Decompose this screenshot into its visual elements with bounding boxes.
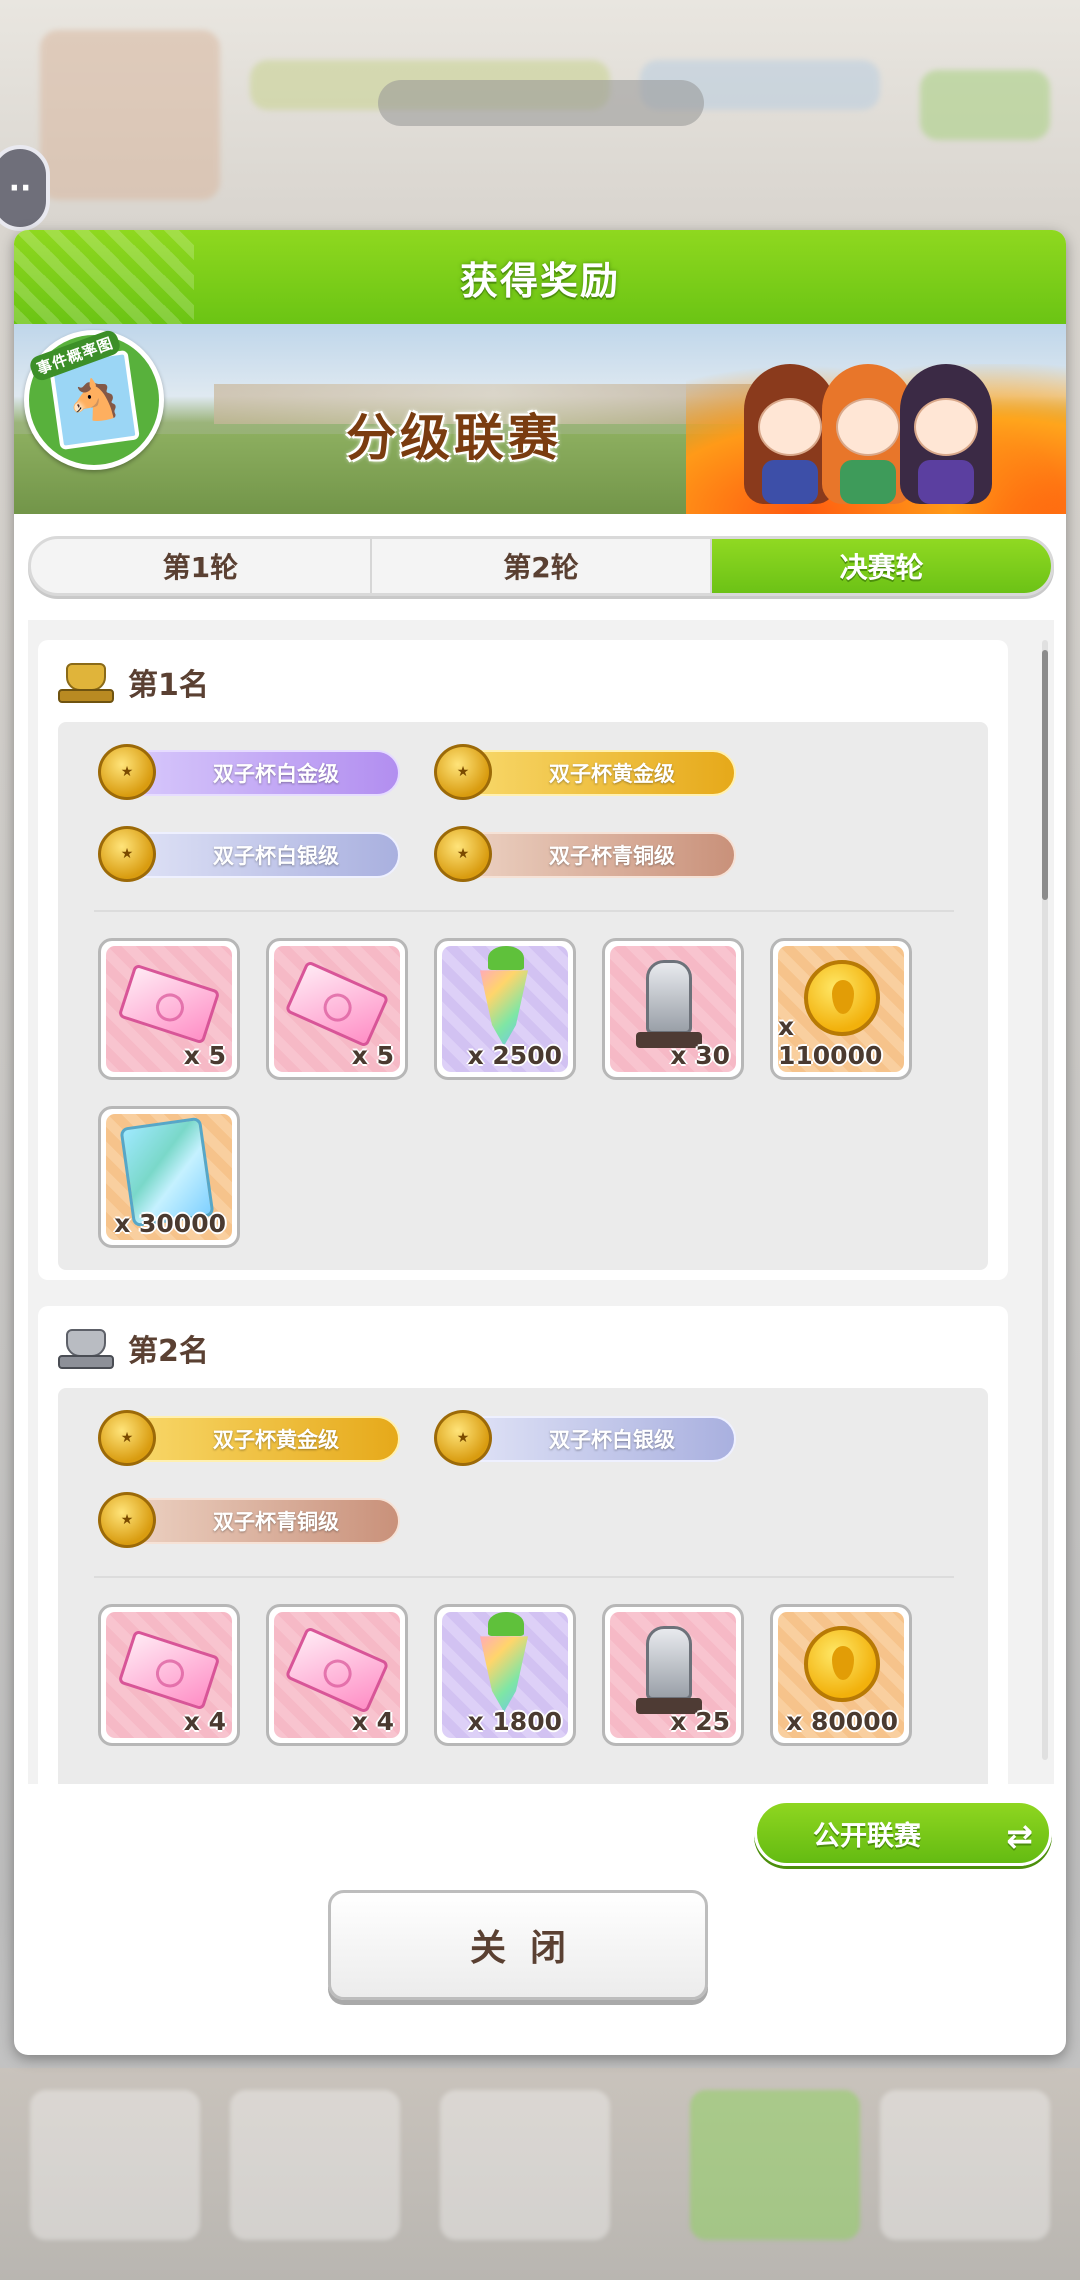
- divider: [94, 910, 954, 912]
- reward-panel: 双子杯黄金级 ★ 双子杯白银级 ★ 双子杯青铜级 ★ x 4 x 4 x 180…: [58, 1388, 988, 1784]
- cup-badge-gold: 双子杯黄金级 ★: [98, 1410, 404, 1466]
- bottom-nav-tile: [230, 2090, 400, 2240]
- scrollbar-thumb[interactable]: [1042, 650, 1048, 900]
- bottom-nav-tile: [690, 2090, 860, 2240]
- silver-trophy-icon: [56, 1325, 116, 1371]
- medal-icon: ★: [434, 744, 492, 800]
- reward-item[interactable]: x 30000: [98, 1106, 240, 1248]
- reward-item[interactable]: x 4: [98, 1604, 240, 1746]
- reward-item[interactable]: x 30: [602, 938, 744, 1080]
- close-button[interactable]: 关闭: [328, 1890, 708, 2000]
- reward-item[interactable]: x 5: [266, 938, 408, 1080]
- cup-badge-platinum: 双子杯白金级 ★: [98, 744, 404, 800]
- reward-item[interactable]: x 1800: [434, 1604, 576, 1746]
- reward-item[interactable]: x 2500: [434, 938, 576, 1080]
- reward-item[interactable]: x 110000: [770, 938, 912, 1080]
- silver-statue-icon: [646, 1626, 692, 1700]
- medal-icon: ★: [434, 1410, 492, 1466]
- dialog-header: 获得奖励: [14, 230, 1066, 324]
- medal-icon: ★: [98, 1410, 156, 1466]
- reward-item[interactable]: x 4: [266, 1604, 408, 1746]
- reward-item[interactable]: x 5: [98, 938, 240, 1080]
- rank-label: 第2名: [128, 1334, 209, 1369]
- tab-final-round[interactable]: 决赛轮: [712, 539, 1051, 593]
- tab-round-2[interactable]: 第2轮: [372, 539, 713, 593]
- league-banner: 分级联赛 🐴 事件概率图: [14, 324, 1066, 514]
- medal-icon: ★: [98, 826, 156, 882]
- medal-icon: ★: [98, 744, 156, 800]
- cup-badge-silver: 双子杯白银级 ★: [434, 1410, 740, 1466]
- pink-ticket-alt-icon: [284, 960, 390, 1048]
- rank-label: 第1名: [128, 668, 209, 703]
- public-league-button[interactable]: 公开联赛 ⇄: [754, 1800, 1052, 1866]
- pink-ticket-alt-icon: [284, 1626, 390, 1714]
- reward-dialog: 获得奖励 分级联赛 🐴 事件概率图 第1轮 第2轮 决赛轮 第1名 双子杯白金级…: [14, 230, 1066, 2055]
- tab-round-1[interactable]: 第1轮: [31, 539, 372, 593]
- cup-badge-bronze: 双子杯青铜级 ★: [98, 1492, 404, 1548]
- cup-badge-bronze: 双子杯青铜级 ★: [434, 826, 740, 882]
- rainbow-carrot-icon: [480, 1636, 528, 1712]
- background-button: [920, 70, 1050, 140]
- rewards-scroll-area[interactable]: 第1名 双子杯白金级 ★ 双子杯黄金级 ★ 双子杯白银级 ★ 双子杯青铜级 ★: [28, 620, 1054, 1784]
- round-tabs: 第1轮 第2轮 决赛轮: [28, 536, 1054, 596]
- background-character: [40, 30, 220, 200]
- pink-ticket-icon: [117, 963, 221, 1045]
- gold-coin-icon: [804, 1626, 880, 1702]
- bottom-nav-tile: [440, 2090, 610, 2240]
- gold-trophy-icon: [56, 659, 116, 705]
- reward-item[interactable]: x 25: [602, 1604, 744, 1746]
- cup-badge-gold: 双子杯黄金级 ★: [434, 744, 740, 800]
- rank-heading: 第2名: [56, 1320, 209, 1376]
- cup-badge-silver: 双子杯白银级 ★: [98, 826, 404, 882]
- swap-arrows-icon: ⇄: [1006, 1817, 1033, 1855]
- reward-panel: 双子杯白金级 ★ 双子杯黄金级 ★ 双子杯白银级 ★ 双子杯青铜级 ★ x 5 …: [58, 722, 988, 1270]
- event-probability-badge[interactable]: 🐴 事件概率图: [24, 328, 164, 470]
- banner-title: 分级联赛: [346, 409, 562, 467]
- rank-card-1: 第1名 双子杯白金级 ★ 双子杯黄金级 ★ 双子杯白银级 ★ 双子杯青铜级 ★: [38, 640, 1008, 1280]
- status-pill: [378, 80, 704, 126]
- silver-statue-icon: [646, 960, 692, 1034]
- medal-icon: ★: [98, 1492, 156, 1548]
- dialog-title: 获得奖励: [459, 258, 620, 303]
- chat-bubble-icon[interactable]: ··: [0, 145, 50, 231]
- divider: [94, 1576, 954, 1578]
- rank-card-2: 第2名 双子杯黄金级 ★ 双子杯白银级 ★ 双子杯青铜级 ★ x 4 x 4 x…: [38, 1306, 1008, 1784]
- rank-heading: 第1名: [56, 654, 209, 710]
- reward-item[interactable]: x 80000: [770, 1604, 912, 1746]
- medal-icon: ★: [434, 826, 492, 882]
- chibi-character: [900, 364, 992, 504]
- bottom-nav-tile: [30, 2090, 200, 2240]
- rainbow-carrot-icon: [480, 970, 528, 1046]
- bottom-nav-tile: [880, 2090, 1050, 2240]
- pink-ticket-icon: [117, 1629, 221, 1711]
